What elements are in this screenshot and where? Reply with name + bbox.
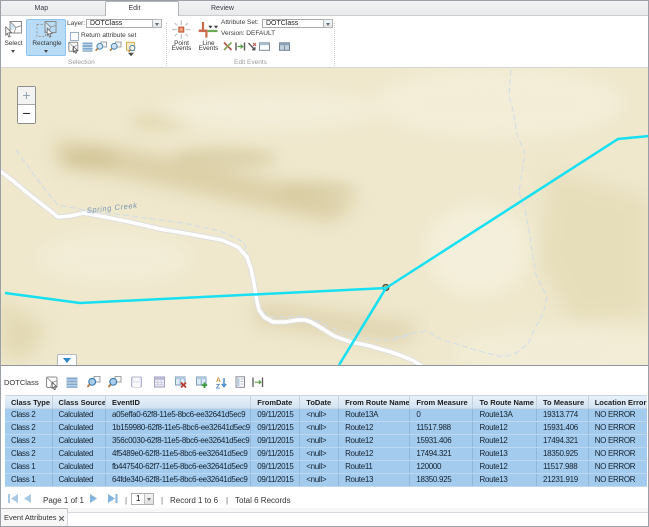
svg-text:Z: Z — [216, 384, 220, 391]
